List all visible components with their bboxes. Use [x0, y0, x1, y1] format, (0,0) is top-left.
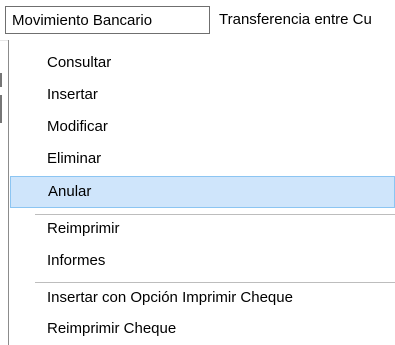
menu-item-insertar-con-opcion-imprimir-cheque[interactable]: Insertar con Opción Imprimir Cheque: [0, 282, 395, 314]
menu-item-label: Insertar con Opción Imprimir Cheque: [47, 289, 293, 306]
menu-bar-item-transferencia[interactable]: Transferencia entre Cu: [215, 6, 395, 34]
menu-item-label: Consultar: [47, 54, 112, 71]
menu-bar-item-label: Transferencia entre Cu: [219, 11, 372, 28]
menu-item-label: Reimprimir: [47, 220, 120, 237]
menu-bar: Movimiento Bancario Transferencia entre …: [0, 0, 395, 41]
menu-screenshot: Movimiento Bancario Transferencia entre …: [0, 0, 395, 345]
menu-item-insertar[interactable]: Insertar: [0, 79, 395, 111]
menu-item-eliminar[interactable]: Eliminar: [0, 143, 395, 175]
menu-item-modificar[interactable]: Modificar: [0, 111, 395, 143]
menu-item-reimprimir[interactable]: Reimprimir: [0, 213, 395, 245]
menu-item-label: Eliminar: [47, 150, 102, 167]
menu-item-label: Informes: [47, 252, 106, 269]
menu-item-label: Anular: [48, 183, 92, 200]
menu-item-reimprimir-cheque[interactable]: Reimprimir Cheque: [0, 313, 395, 345]
menu-item-anular[interactable]: Anular: [10, 176, 395, 208]
menu-item-consultar[interactable]: Consultar: [0, 47, 395, 79]
menu-item-label: Modificar: [47, 118, 108, 135]
menu-item-label: Insertar: [47, 86, 98, 103]
menu-item-label: Reimprimir Cheque: [47, 320, 177, 337]
menu-bar-item-movimiento-bancario[interactable]: Movimiento Bancario: [5, 6, 210, 34]
menu-bar-item-label: Movimiento Bancario: [12, 12, 153, 29]
menu-item-informes[interactable]: Informes: [0, 245, 395, 277]
